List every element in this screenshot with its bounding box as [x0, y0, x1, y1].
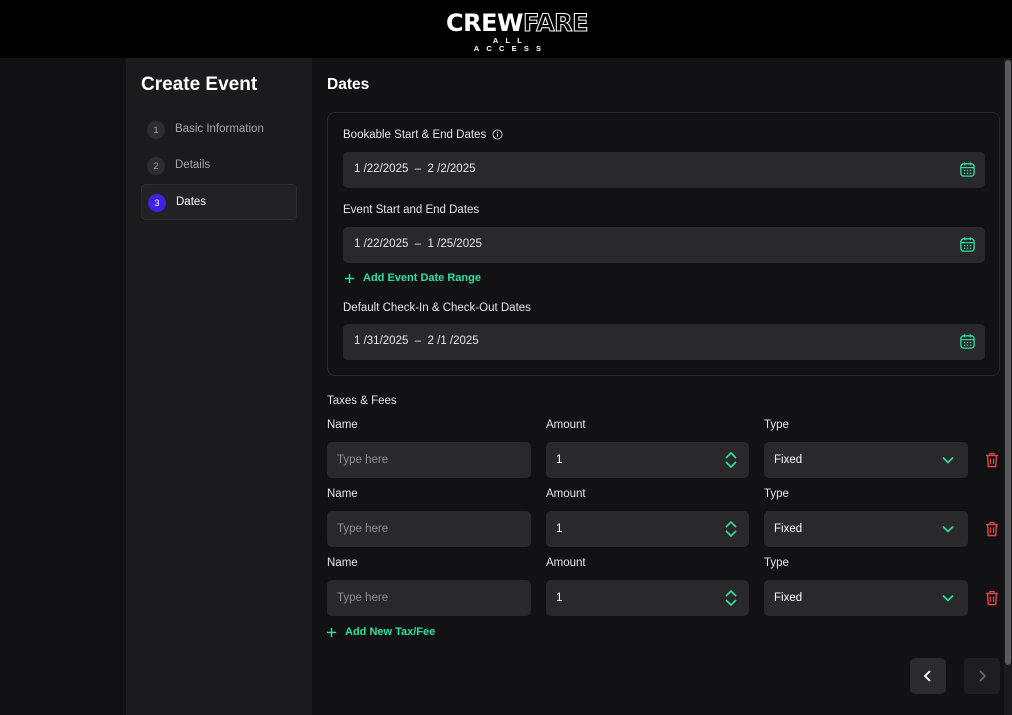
type-label: Type: [764, 557, 789, 569]
tax-type-value: Fixed: [774, 454, 803, 466]
plus-icon: [344, 273, 355, 284]
chevron-right-icon: [979, 670, 987, 682]
page-gutter: [0, 58, 126, 715]
event-dates-input[interactable]: 1 /22/2025 – 1 /25/2025: [343, 227, 985, 263]
chevron-left-icon: [923, 670, 931, 682]
tax-name-input[interactable]: Type here: [327, 580, 531, 616]
trash-icon[interactable]: [985, 590, 999, 606]
tax-amount-value: 1: [556, 592, 563, 604]
tax-name-input[interactable]: Type here: [327, 442, 531, 478]
plus-icon: [326, 627, 337, 638]
step-number: 1: [147, 121, 165, 139]
section-title: Dates: [327, 76, 370, 93]
step-number: 2: [147, 157, 165, 175]
date-range-value: 1 /22/2025 – 1 /25/2025: [354, 238, 482, 250]
tax-amount-value: 1: [556, 523, 563, 535]
name-label: Name: [327, 419, 358, 431]
date-range-value: 1 /31/2025 – 2 /1 /2025: [354, 335, 479, 347]
stepper-arrows-icon[interactable]: [724, 451, 738, 469]
info-icon[interactable]: [492, 129, 503, 140]
tax-name-input[interactable]: Type here: [327, 511, 531, 547]
tax-type-select[interactable]: Fixed: [764, 442, 968, 478]
step-label: Basic Information: [175, 123, 264, 135]
top-bar: CREWFARE ALL ACCESS: [0, 0, 1012, 58]
tax-type-select[interactable]: Fixed: [764, 580, 968, 616]
page-title: Create Event: [141, 74, 258, 95]
bookable-dates-input[interactable]: 1 /22/2025 – 2 /2/2025: [343, 152, 985, 188]
checkin-dates-label: Default Check-In & Check-Out Dates: [343, 302, 531, 314]
chevron-down-icon: [942, 594, 954, 602]
tax-amount-input[interactable]: 1: [546, 511, 749, 547]
calendar-icon[interactable]: [959, 236, 976, 253]
stepper-arrows-icon[interactable]: [724, 589, 738, 607]
tax-name-placeholder: Type here: [337, 523, 389, 535]
calendar-icon[interactable]: [959, 161, 976, 178]
name-label: Name: [327, 488, 358, 500]
bookable-dates-label: Bookable Start & End Dates: [343, 129, 487, 141]
amount-label: Amount: [546, 419, 586, 431]
step-label: Dates: [176, 196, 207, 208]
step-details[interactable]: 2 Details: [141, 148, 297, 184]
tax-amount-input[interactable]: 1: [546, 580, 749, 616]
tax-amount-value: 1: [556, 454, 563, 466]
tax-name-placeholder: Type here: [337, 454, 389, 466]
type-label: Type: [764, 488, 789, 500]
trash-icon[interactable]: [985, 521, 999, 537]
logo-crew: CREW: [446, 9, 523, 37]
step-number: 3: [148, 194, 166, 212]
chevron-down-icon: [942, 525, 954, 533]
type-label: Type: [764, 419, 789, 431]
chevron-down-icon: [942, 456, 954, 464]
tax-type-select[interactable]: Fixed: [764, 511, 968, 547]
trash-icon[interactable]: [985, 452, 999, 468]
next-step-button[interactable]: [964, 658, 1000, 694]
scrollbar-thumb[interactable]: [1005, 60, 1011, 665]
name-label: Name: [327, 557, 358, 569]
crewfare-logo[interactable]: CREWFARE ALL ACCESS: [446, 9, 589, 53]
tax-type-value: Fixed: [774, 592, 803, 604]
step-label: Details: [175, 159, 211, 171]
step-dates[interactable]: 3 Dates: [141, 184, 297, 220]
amount-label: Amount: [546, 488, 586, 500]
amount-label: Amount: [546, 557, 586, 569]
tax-type-value: Fixed: [774, 523, 803, 535]
logo-fare: FARE: [522, 9, 589, 37]
date-range-value: 1 /22/2025 – 2 /2/2025: [354, 163, 476, 175]
calendar-icon[interactable]: [959, 333, 976, 350]
logo-tagline: ALL ACCESS: [473, 36, 549, 53]
stepper-arrows-icon[interactable]: [724, 520, 738, 538]
logo-wordmark: CREWFARE: [446, 9, 589, 37]
step-basic-information[interactable]: 1 Basic Information: [141, 112, 297, 148]
event-dates-label: Event Start and End Dates: [343, 204, 480, 216]
previous-step-button[interactable]: [910, 658, 946, 694]
tax-name-placeholder: Type here: [337, 592, 389, 604]
checkin-dates-input[interactable]: 1 /31/2025 – 2 /1 /2025: [343, 324, 985, 360]
add-event-date-range-button[interactable]: Add Event Date Range: [363, 272, 481, 284]
taxes-fees-title: Taxes & Fees: [327, 395, 397, 407]
tax-amount-input[interactable]: 1: [546, 442, 749, 478]
add-new-tax-fee-button[interactable]: Add New Tax/Fee: [345, 626, 435, 638]
